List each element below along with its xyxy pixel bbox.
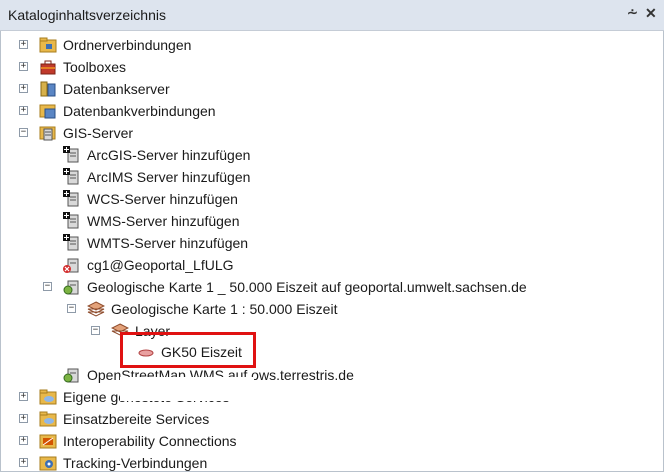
wms-server-icon [63,280,79,295]
tree-item-einsatzbereite-services[interactable]: + Einsatzbereite Services [1,408,663,430]
catalog-tree: + Ordnerverbindungen + Toolboxes + Daten… [0,31,664,472]
add-server-icon [63,212,79,229]
gis-server-icon [39,126,56,141]
tree-item-wcs-add[interactable]: WCS-Server hinzufügen [1,188,663,210]
tree-item-ordnerverbindungen[interactable]: + Ordnerverbindungen [1,34,663,56]
panel-titlebar: Kataloginhaltsverzeichnis ⩪ ✕ [0,0,664,31]
folder-connection-icon [39,37,57,53]
tree-item-layer[interactable]: − Layer [1,320,663,342]
expand-icon[interactable]: + [19,414,28,423]
add-server-icon [63,168,79,185]
tree-item-label: GIS-Server [63,125,134,141]
database-connection-icon [39,104,56,119]
tree-item-datenbankverbindungen[interactable]: + Datenbankverbindungen [1,100,663,122]
tree-item-label: Tracking-Verbindungen [63,455,208,471]
expand-icon[interactable]: + [19,392,28,401]
tree-item-label: Ordnerverbindungen [63,37,192,53]
close-icon[interactable]: ✕ [645,5,657,22]
tree-item-label: ArcIMS Server hinzufügen [87,169,251,185]
tree-item-label: WMS-Server hinzufügen [87,213,240,229]
database-server-icon [40,81,56,97]
tree-item-label: Datenbankverbindungen [63,103,216,119]
tree-item-gk50[interactable]: GK50 Eiszeit [1,341,663,363]
tree-item-label: WCS-Server hinzufügen [87,191,238,207]
expand-icon[interactable]: + [19,40,28,49]
tracking-icon [39,456,57,471]
tree-item-arcgis-add[interactable]: ArcGIS-Server hinzufügen [1,144,663,166]
tree-item-wms-add[interactable]: WMS-Server hinzufügen [1,210,663,232]
tree-item-geo-karte[interactable]: − Geologische Karte 1 : 50.000 Eiszeit [1,298,663,320]
tree-item-gis-server[interactable]: − GIS-Server [1,122,663,144]
tree-item-label: Toolboxes [63,59,127,75]
add-server-icon [63,234,79,251]
tree-item-label: Geologische Karte 1 _ 50.000 Eiszeit auf… [87,279,527,295]
add-server-icon [63,190,79,207]
expand-icon[interactable]: + [19,84,28,93]
tree-item-tracking[interactable]: + Tracking-Verbindungen [1,452,663,474]
tree-item-label: WMTS-Server hinzufügen [87,235,249,251]
tree-item-toolboxes[interactable]: + Toolboxes [1,56,663,78]
hosted-services-icon [39,389,57,405]
tree-item-arcims-add[interactable]: ArcIMS Server hinzufügen [1,166,663,188]
tree-item-openstreetmap[interactable]: OpenStreetMap WMS auf ows.terrestris.de [1,364,663,386]
tree-item-label: ArcGIS-Server hinzufügen [87,147,251,163]
collapse-icon[interactable]: − [19,128,28,137]
tree-item-eigene-services[interactable]: + Eigene gehostete Services [1,386,663,408]
server-error-icon [63,258,79,273]
red-highlight-box [120,332,256,368]
tree-item-label: cg1@Geoportal_LfULG [87,257,234,273]
tree-item-datenbankserver[interactable]: + Datenbankserver [1,78,663,100]
wms-server-icon [63,368,79,383]
tree-item-label: Einsatzbereite Services [63,411,210,427]
expand-icon[interactable]: + [19,436,28,445]
tree-item-geo-karte-service[interactable]: − Geologische Karte 1 _ 50.000 Eiszeit a… [1,276,663,298]
pin-icon[interactable]: ⩪ [627,5,638,21]
tree-item-wmts-add[interactable]: WMTS-Server hinzufügen [1,232,663,254]
tree-item-label: Geologische Karte 1 : 50.000 Eiszeit [111,301,338,317]
tree-item-interoperability[interactable]: + Interoperability Connections [1,430,663,452]
map-layers-icon [87,301,105,317]
expand-icon[interactable]: + [19,458,28,467]
highlight-backdrop [120,377,254,401]
collapse-icon[interactable]: − [91,326,100,335]
expand-icon[interactable]: + [19,62,28,71]
collapse-icon[interactable]: − [43,282,52,291]
panel-title: Kataloginhaltsverzeichnis [8,7,166,23]
tree-item-cg1[interactable]: cg1@Geoportal_LfULG [1,254,663,276]
collapse-icon[interactable]: − [67,304,76,313]
expand-icon[interactable]: + [19,106,28,115]
ready-services-icon [39,411,57,427]
add-server-icon [63,146,79,163]
interoperability-icon [39,434,57,449]
tree-item-label: Interoperability Connections [63,433,237,449]
toolbox-icon [40,60,56,75]
tree-item-label: Datenbankserver [63,81,170,97]
